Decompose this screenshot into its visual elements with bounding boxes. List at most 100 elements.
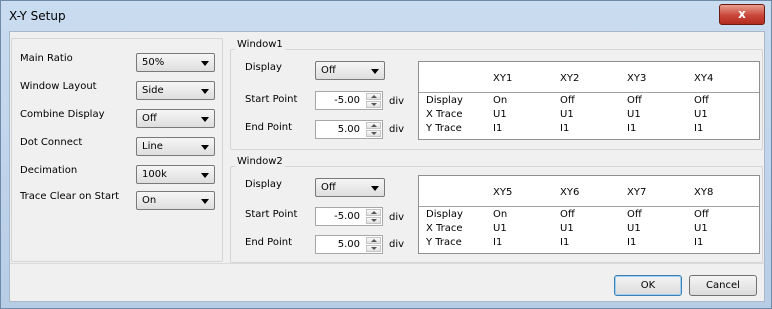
cancel-button[interactable]: Cancel [689, 275, 757, 296]
spin-down-icon[interactable] [366, 217, 381, 224]
window2-start-unit: div [389, 212, 405, 223]
table-row[interactable]: Y Trace I1 I1 I1 I1 [419, 123, 759, 137]
window-layout-select[interactable]: Side [136, 81, 215, 100]
trace-clear-select[interactable]: On [136, 191, 215, 210]
window2-end-label: End Point [245, 237, 293, 248]
window1-xy-table: XY1 XY2 XY3 XY4 Display On Off Off Off X… [418, 61, 760, 140]
spin-up-icon[interactable] [366, 122, 381, 129]
window1-display-value: Off [321, 65, 336, 76]
chevron-down-icon [201, 145, 209, 150]
chevron-down-icon [371, 186, 379, 191]
table-row[interactable]: Display On Off Off Off [419, 95, 759, 109]
table-cell: U1 [493, 109, 507, 120]
divider [10, 263, 764, 264]
table-cell: U1 [560, 223, 574, 234]
title-bar[interactable]: X-Y Setup x [1, 1, 771, 31]
close-icon: x [738, 7, 746, 21]
table-cell: Off [627, 209, 642, 220]
table-cell: I1 [694, 123, 704, 134]
main-ratio-select[interactable]: 50% [136, 53, 215, 72]
general-settings-group: Main Ratio 50% Window Layout Side Combin… [11, 38, 223, 262]
table-header-row: XY5 XY6 XY7 XY8 [419, 176, 759, 207]
window1-end-value: 5.00 [337, 124, 360, 135]
window2-end-spinner[interactable]: 5.00 [315, 235, 383, 254]
decimation-value: 100k [142, 169, 167, 180]
dialog-body: Main Ratio 50% Window Layout Side Combin… [9, 31, 765, 302]
window1-start-label: Start Point [245, 94, 298, 105]
table-cell: U1 [694, 109, 708, 120]
table-cell: U1 [627, 223, 641, 234]
row-label: X Trace [426, 223, 463, 234]
window2-end-value: 5.00 [337, 239, 360, 250]
trace-clear-label: Trace Clear on Start [20, 191, 120, 202]
xy-setup-dialog: X-Y Setup x Main Ratio 50% Window Layout… [0, 0, 772, 309]
dot-connect-label: Dot Connect [20, 137, 83, 148]
spin-up-icon[interactable] [366, 93, 381, 100]
table-cell: U1 [694, 223, 708, 234]
column-header: XY7 [627, 187, 647, 198]
row-label: Y Trace [426, 123, 462, 134]
dot-connect-select[interactable]: Line [136, 137, 215, 156]
window2-xy-table: XY5 XY6 XY7 XY8 Display On Off Off Off X… [418, 175, 760, 254]
window2-start-value: -5.00 [334, 211, 360, 222]
dot-connect-value: Line [142, 141, 163, 152]
spin-down-icon[interactable] [366, 245, 381, 252]
window1-start-spinner[interactable]: -5.00 [315, 91, 383, 110]
table-row[interactable]: X Trace U1 U1 U1 U1 [419, 109, 759, 123]
window1-start-unit: div [389, 96, 405, 107]
column-header: XY5 [493, 187, 513, 198]
ok-button[interactable]: OK [614, 275, 682, 296]
combine-display-select[interactable]: Off [136, 109, 215, 128]
window1-start-value: -5.00 [334, 95, 360, 106]
main-ratio-label: Main Ratio [20, 53, 73, 64]
table-cell: On [493, 209, 508, 220]
window1-display-select[interactable]: Off [315, 61, 385, 80]
table-cell: I1 [560, 123, 570, 134]
column-header: XY3 [627, 73, 647, 84]
table-cell: I1 [694, 237, 704, 248]
window2-title: Window2 [235, 156, 285, 167]
chevron-down-icon [201, 61, 209, 66]
row-label: Display [426, 209, 463, 220]
table-row[interactable]: Display On Off Off Off [419, 209, 759, 223]
table-cell: Off [560, 95, 575, 106]
window1-display-label: Display [245, 62, 282, 73]
spin-up-icon[interactable] [366, 237, 381, 244]
decimation-select[interactable]: 100k [136, 165, 215, 184]
table-cell: Off [560, 209, 575, 220]
chevron-down-icon [371, 69, 379, 74]
table-cell: I1 [493, 123, 503, 134]
table-cell: I1 [627, 123, 637, 134]
window2-display-select[interactable]: Off [315, 178, 385, 197]
window1-end-unit: div [389, 124, 405, 135]
window1-title: Window1 [235, 39, 285, 50]
combine-display-value: Off [142, 113, 157, 124]
table-header-row: XY1 XY2 XY3 XY4 [419, 62, 759, 93]
row-label: Display [426, 95, 463, 106]
column-header: XY2 [560, 73, 580, 84]
column-header: XY8 [694, 187, 714, 198]
table-cell: U1 [560, 109, 574, 120]
main-ratio-value: 50% [142, 57, 165, 68]
combine-display-label: Combine Display [20, 109, 105, 120]
chevron-down-icon [201, 173, 209, 178]
close-button[interactable]: x [719, 4, 765, 25]
spin-up-icon[interactable] [366, 209, 381, 216]
window2-start-spinner[interactable]: -5.00 [315, 207, 383, 226]
spin-down-icon[interactable] [366, 101, 381, 108]
table-cell: I1 [627, 237, 637, 248]
chevron-down-icon [201, 199, 209, 204]
spin-down-icon[interactable] [366, 130, 381, 137]
window2-group: Window2 Display Off Start Point -5.00 di… [230, 156, 763, 263]
table-row[interactable]: X Trace U1 U1 U1 U1 [419, 223, 759, 237]
table-row[interactable]: Y Trace I1 I1 I1 I1 [419, 237, 759, 251]
window2-display-value: Off [321, 182, 336, 193]
window-layout-value: Side [142, 85, 164, 96]
window2-display-label: Display [245, 179, 282, 190]
table-cell: On [493, 95, 508, 106]
trace-clear-value: On [142, 195, 157, 206]
table-cell: U1 [627, 109, 641, 120]
window1-end-spinner[interactable]: 5.00 [315, 120, 383, 139]
decimation-label: Decimation [20, 165, 78, 176]
table-cell: Off [694, 209, 709, 220]
